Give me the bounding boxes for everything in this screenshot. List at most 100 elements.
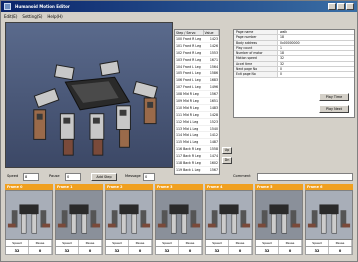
speed-field[interactable]: 8: [23, 173, 39, 181]
property-key: Play count: [234, 45, 278, 51]
property-value[interactable]: 32: [278, 56, 354, 60]
step-row[interactable]: 103 Front R Leg 1671: [175, 57, 219, 64]
frame-speed[interactable]: 32: [56, 247, 79, 254]
menu-help[interactable]: Help(H): [47, 12, 62, 21]
keyframe[interactable]: Frame 0 Speed Pause 32 0: [5, 184, 53, 260]
move-down-button[interactable]: Dn: [222, 157, 232, 164]
menu-setting[interactable]: Setting(S): [22, 12, 42, 21]
frame-column-headers: Speed Pause: [305, 240, 353, 247]
property-key: Body address: [234, 40, 278, 45]
keyframe[interactable]: Frame 4 Speed Pause 32 0: [205, 184, 253, 260]
frame-thumbnail[interactable]: [255, 190, 303, 240]
frame-column-headers: Speed Pause: [55, 240, 103, 247]
step-row[interactable]: 104 Front L Leg 1564: [175, 64, 219, 71]
robot-model: [6, 23, 172, 167]
step-row[interactable]: 100 Front R Leg 1423: [175, 36, 219, 43]
step-row[interactable]: 116 Back R Leg 1558: [175, 146, 219, 154]
property-value[interactable]: 18: [278, 51, 354, 55]
frame-thumbnail[interactable]: [205, 190, 253, 240]
pause-header: Pause: [279, 240, 302, 246]
property-value[interactable]: 18: [278, 35, 354, 39]
speed-header: Speed: [256, 240, 279, 246]
message-field[interactable]: 0: [143, 173, 155, 181]
comment-field[interactable]: [257, 173, 353, 181]
app-window: Humanoid Motion Editor Edit(E) Setting(S…: [0, 0, 358, 262]
step-row[interactable]: 113 Mid L Leg 1540: [175, 126, 219, 133]
step-name: 107 Front L Leg: [176, 85, 201, 90]
play-next-button[interactable]: Play Next: [319, 105, 349, 113]
step-row[interactable]: 115 Mid L Leg 1487: [175, 139, 219, 147]
keyframe[interactable]: Frame 2 Speed Pause 32 0: [105, 184, 153, 260]
close-button[interactable]: [346, 3, 354, 10]
speed-header: Speed: [106, 240, 129, 246]
play-time-button[interactable]: Play Time: [319, 93, 349, 101]
frame-speed[interactable]: 32: [6, 247, 29, 254]
frame-values: 32 0: [155, 247, 203, 255]
step-row[interactable]: 110 Mid R Leg 1483: [175, 105, 219, 112]
property-value[interactable]: 1: [278, 46, 354, 50]
frame-pause[interactable]: 0: [129, 247, 152, 254]
step-row[interactable]: 106 Front L Leg 1683: [175, 77, 219, 85]
frame-speed[interactable]: 32: [306, 247, 329, 254]
menu-edit[interactable]: Edit(E): [4, 12, 17, 21]
step-row[interactable]: 111 Mid R Leg 1428: [175, 112, 219, 119]
move-up-button[interactable]: Up: [222, 147, 232, 154]
frame-pause[interactable]: 0: [79, 247, 102, 254]
frame-thumbnail[interactable]: [155, 190, 203, 240]
frame-column-headers: Speed Pause: [205, 240, 253, 247]
frame-pause[interactable]: 0: [29, 247, 52, 254]
step-name: 117 Back R Leg: [176, 154, 201, 159]
keyframe[interactable]: Frame 3 Speed Pause 32 0: [155, 184, 203, 260]
property-row[interactable]: Exit page No 0: [234, 72, 354, 78]
frame-pause[interactable]: 0: [179, 247, 202, 254]
step-row[interactable]: 112 Mid L Leg 1523: [175, 119, 219, 126]
pause-field[interactable]: 0: [65, 173, 81, 181]
frame-speed[interactable]: 32: [106, 247, 129, 254]
step-row[interactable]: 108 Mid R Leg 1567: [175, 91, 219, 99]
pause-header: Pause: [179, 240, 202, 246]
robot-3d-viewport[interactable]: [5, 22, 173, 168]
property-value[interactable]: 0: [278, 72, 354, 76]
step-row[interactable]: 117 Back R Leg 1474: [175, 153, 219, 161]
control-bar: Speed 8 Pause 0 Add Step Message 0 Comme…: [5, 171, 357, 183]
step-list[interactable]: Step / Servo Value 100 Front R Leg 1423 10…: [174, 29, 220, 175]
frame-thumbnail[interactable]: [105, 190, 153, 240]
keyframe[interactable]: Frame 5 Speed Pause 32 0: [255, 184, 303, 260]
step-row[interactable]: 101 Front R Leg 1426: [175, 43, 219, 50]
property-value[interactable]: 0: [278, 67, 354, 71]
minimize-button[interactable]: [328, 3, 336, 10]
step-value: 1564: [209, 64, 218, 69]
step-row[interactable]: 109 Mid R Leg 1651: [175, 98, 219, 105]
keyframe[interactable]: Frame 1 Speed Pause 32 0: [55, 184, 103, 260]
step-row[interactable]: 114 Mid L Leg 1412: [175, 132, 219, 140]
step-name: 114 Mid L Leg: [176, 133, 199, 138]
step-row[interactable]: 105 Front L Leg 1586: [175, 70, 219, 78]
menu-bar: Edit(E) Setting(S) Help(H): [1, 12, 357, 21]
step-name: 104 Front L Leg: [176, 64, 201, 69]
app-icon: [4, 3, 11, 10]
frame-thumbnail[interactable]: [305, 190, 353, 240]
property-value[interactable]: 32: [278, 62, 354, 66]
frame-pause[interactable]: 0: [279, 247, 302, 254]
column-header-value: Value: [204, 30, 219, 35]
frame-column-headers: Speed Pause: [5, 240, 53, 247]
frame-speed[interactable]: 32: [256, 247, 279, 254]
step-row[interactable]: 107 Front L Leg 1496: [175, 84, 219, 92]
maximize-button[interactable]: [337, 3, 345, 10]
step-value: 1651: [209, 99, 218, 104]
property-key: Page number: [234, 35, 278, 40]
keyframe[interactable]: Frame 6 Speed Pause 32 0: [305, 184, 353, 260]
property-value[interactable]: walk: [278, 30, 354, 34]
frame-pause[interactable]: 0: [229, 247, 252, 254]
property-value[interactable]: 0x00000000: [278, 41, 354, 45]
frame-speed[interactable]: 32: [156, 247, 179, 254]
frame-speed[interactable]: 32: [206, 247, 229, 254]
frame-thumbnail[interactable]: [55, 190, 103, 240]
add-step-button[interactable]: Add Step: [91, 173, 117, 181]
frame-pause[interactable]: 0: [329, 247, 352, 254]
step-row[interactable]: 118 Back R Leg 1602: [175, 160, 219, 167]
step-value: 1483: [209, 105, 218, 110]
frame-thumbnail[interactable]: [5, 190, 53, 240]
step-row[interactable]: 102 Front R Leg 1553: [175, 50, 219, 57]
step-value: 1567: [209, 92, 218, 97]
